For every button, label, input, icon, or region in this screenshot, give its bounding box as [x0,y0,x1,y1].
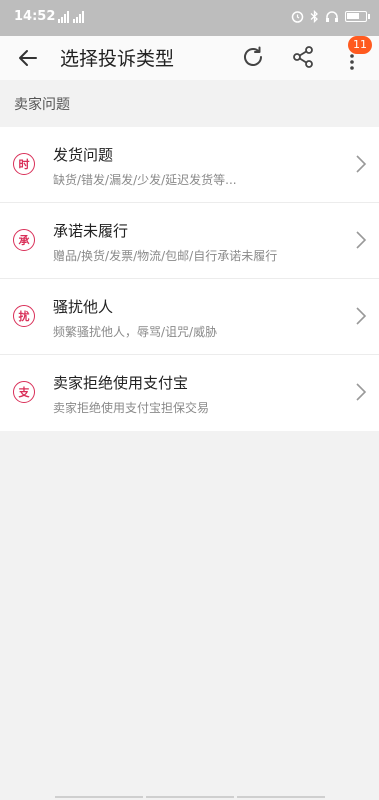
complaint-type-list: 时 发货问题 缺货/错发/漏发/少发/延迟发货等... 承 承诺未履行 赠品/换… [0,127,379,431]
status-time: 14:52 [14,9,56,24]
chevron-right-icon [356,307,367,325]
headphones-icon [326,11,338,22]
signal-icon [58,11,69,23]
item-description: 赠品/换货/发票/物流/包邮/自行承诺未履行 [53,249,278,263]
notification-badge: 11 [348,36,372,54]
item-description: 缺货/错发/漏发/少发/延迟发货等... [53,173,237,187]
status-bar: 14:52 [0,0,379,36]
bluetooth-icon [310,10,318,23]
chevron-right-icon [356,383,367,401]
back-arrow-icon[interactable] [16,46,40,70]
harassment-icon: 扰 [13,305,35,327]
chevron-right-icon [356,155,367,173]
page-title: 选择投诉类型 [60,48,175,70]
shipping-time-icon: 时 [13,153,35,175]
refresh-icon[interactable] [240,44,266,70]
bottom-indicator [0,796,379,800]
share-icon[interactable] [290,44,316,70]
battery-icon [345,11,370,22]
complaint-item-promise[interactable]: 承 承诺未履行 赠品/换货/发票/物流/包邮/自行承诺未履行 [0,203,379,279]
alipay-icon: 支 [13,381,35,403]
signal-icon [73,11,84,23]
complaint-item-harassment[interactable]: 扰 骚扰他人 频繁骚扰他人，辱骂/诅咒/威胁 [0,279,379,355]
complaint-item-alipay[interactable]: 支 卖家拒绝使用支付宝 卖家拒绝使用支付宝担保交易 [0,355,379,431]
promise-icon: 承 [13,229,35,251]
item-description: 频繁骚扰他人，辱骂/诅咒/威胁 [53,325,218,339]
alarm-icon [291,11,304,23]
top-nav-bar: 选择投诉类型 11 [0,36,379,80]
item-title: 骚扰他人 [53,298,114,316]
item-title: 发货问题 [53,146,114,164]
status-right-icons [291,10,370,23]
item-description: 卖家拒绝使用支付宝担保交易 [53,401,210,415]
chevron-right-icon [356,231,367,249]
complaint-item-shipping[interactable]: 时 发货问题 缺货/错发/漏发/少发/延迟发货等... [0,127,379,203]
item-title: 卖家拒绝使用支付宝 [53,374,189,392]
item-title: 承诺未履行 [53,222,129,240]
signal-indicators [58,11,84,23]
section-title: 卖家问题 [14,97,70,113]
